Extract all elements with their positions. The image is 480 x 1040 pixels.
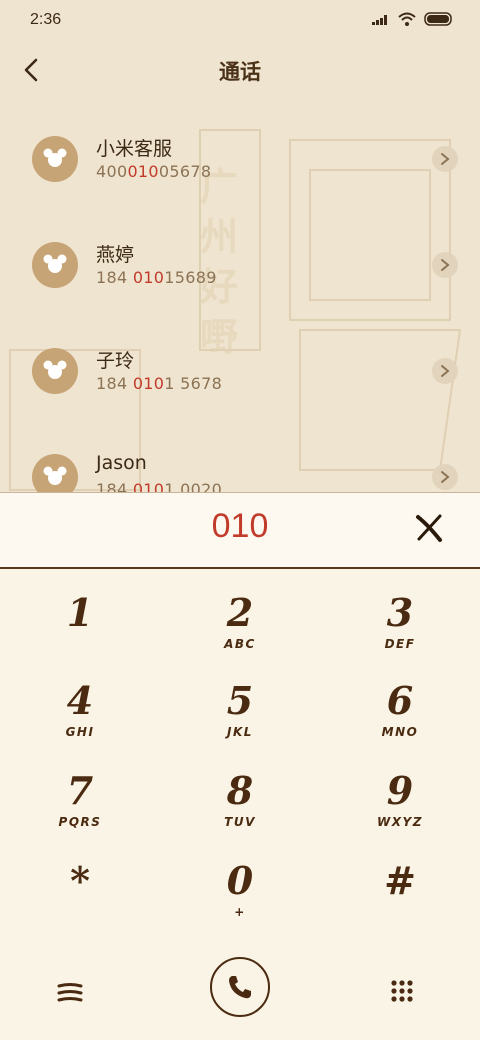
delete-button[interactable] [414,513,444,543]
key-4[interactable]: 4 GHI [0,679,160,767]
header: 通话 [0,48,480,94]
signal-icon [372,15,387,25]
match-highlight: 010 [132,480,165,492]
battery-icon [424,12,452,26]
key-0[interactable]: 0 + [160,859,320,947]
contact-name: 小米客服 [96,138,173,160]
contact-number: 184 0101 5678 [96,374,223,393]
mickey-avatar-icon [43,360,67,379]
match-highlight: 010 [132,268,165,287]
menu-button[interactable] [50,973,90,1013]
mickey-avatar-icon [43,148,67,167]
contact-name: 燕婷 [96,244,135,266]
contact-number: 40001005678 [96,162,212,181]
contact-detail-button[interactable] [432,464,458,490]
status-time: 2:36 [30,11,62,28]
dialpad: 010 1 2 ABC 3 DEF 4 GHI 5 JKL 6 MNO 7 PQRS 8 TU… [0,492,480,1040]
contact-list[interactable]: 小米客服 40001005678 燕婷 184 01015689 子玲 184 … [0,110,480,492]
key-7[interactable]: 7 PQRS [0,769,160,857]
match-highlight: 010 [127,162,159,181]
dialpad-toggle-button[interactable] [382,971,422,1011]
contact-name: 子玲 [96,350,135,372]
phone-icon [229,976,251,999]
avatar [32,136,78,182]
contact-item[interactable]: 小米客服 40001005678 [0,110,480,210]
grid-icon [391,980,413,1002]
chevron-right-icon [441,259,450,271]
contact-item[interactable]: 燕婷 184 01015689 [0,216,480,316]
page-title: 通话 [219,60,261,84]
chevron-right-icon [441,471,450,483]
key-9[interactable]: 9 WXYZ [320,769,480,857]
mickey-avatar-icon [43,466,67,485]
key-8[interactable]: 8 TUV [160,769,320,857]
contact-detail-button[interactable] [432,358,458,384]
key-3[interactable]: 3 DEF [320,591,480,679]
status-bar: 2:36 [0,0,480,42]
chevron-right-icon [441,153,450,165]
key-hash[interactable]: # [320,859,480,947]
contact-number: 184 01015689 [96,268,217,287]
key-5[interactable]: 5 JKL [160,679,320,767]
wifi-icon [398,12,416,26]
avatar [32,242,78,288]
contact-number: 184 0101 0020 [96,480,222,492]
contact-item[interactable]: 子玲 184 0101 5678 [0,322,480,422]
key-6[interactable]: 6 MNO [320,679,480,767]
dialed-number: 010 [211,507,269,545]
avatar [32,348,78,394]
mickey-avatar-icon [43,254,67,273]
contact-detail-button[interactable] [432,252,458,278]
menu-icon [57,983,83,1002]
key-2[interactable]: 2 ABC [160,591,320,679]
contact-item[interactable]: Jason 184 0101 0020 [0,428,480,492]
key-star[interactable]: * [0,859,160,947]
match-highlight: 010 [132,374,165,393]
dial-display: 010 [0,493,480,569]
call-button[interactable] [210,957,270,1017]
dialpad-bottom-bar [0,943,480,1040]
backspace-x-icon [416,514,442,542]
avatar [32,454,78,492]
key-1[interactable]: 1 [0,591,160,679]
contact-name: Jason [96,452,147,474]
contact-detail-button[interactable] [432,146,458,172]
chevron-right-icon [441,365,450,377]
status-icons [372,12,454,26]
